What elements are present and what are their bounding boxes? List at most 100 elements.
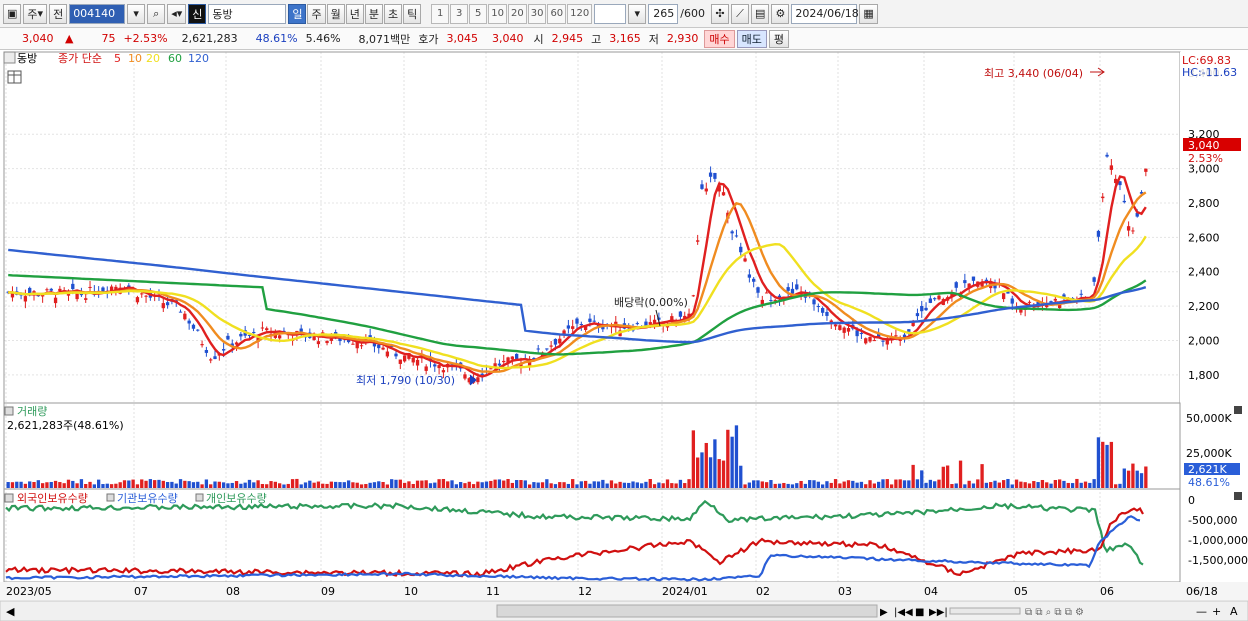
volume-bar [963, 484, 967, 488]
volume-bar [838, 483, 842, 488]
code-dropdown-icon[interactable]: ▾ [127, 3, 146, 24]
period-tab-5[interactable]: 초 [383, 3, 403, 24]
interval-button-60[interactable]: 60 [547, 3, 567, 24]
volume-bar [846, 480, 851, 488]
layout-icon[interactable]: ▣ [3, 3, 22, 24]
zoom-slider[interactable] [949, 607, 1021, 615]
individual-toggle-icon[interactable] [195, 493, 204, 502]
candle-body [752, 278, 756, 282]
draw-tool-icon[interactable]: ⟋ [730, 3, 749, 24]
candle-body [915, 313, 920, 317]
volume-bar [433, 482, 437, 488]
price-axis: LC:69.83 HC:-11.63 3,400 3,2003,0002,800… [1180, 52, 1246, 403]
period-tab-3[interactable]: 년 [345, 3, 364, 24]
candle-body [566, 325, 571, 329]
volume-panel-toggle-icon[interactable] [4, 406, 14, 416]
volume-bar [704, 442, 708, 488]
volume-bar [377, 481, 381, 488]
volume-bar [122, 480, 127, 488]
candle-body [437, 365, 441, 369]
volume-bar [777, 483, 782, 488]
interval-button-30[interactable]: 30 [527, 3, 547, 24]
crosshair-icon[interactable]: ✣ [710, 3, 729, 24]
candle-body [252, 331, 256, 333]
volume-bar [49, 481, 53, 488]
volume-bar [308, 480, 312, 488]
candle-body [575, 318, 579, 324]
holding-panel-toggle-icon[interactable] [4, 493, 14, 503]
interval-button-10[interactable]: 10 [488, 3, 507, 24]
volume-bar [562, 482, 566, 488]
calendar-icon[interactable]: ▦ [859, 3, 878, 24]
market-select[interactable]: 주 ▾ [23, 3, 48, 24]
volume-bar [1070, 483, 1075, 488]
buy-button[interactable]: 매수 [704, 29, 735, 48]
volume-bar [1045, 482, 1049, 488]
save-icon[interactable]: ▤ [750, 3, 770, 24]
holding-close-icon[interactable] [1234, 492, 1242, 500]
period-tab-6[interactable]: 틱 [403, 3, 422, 24]
interval-button-1[interactable]: 1 [431, 3, 450, 24]
volume-bar [1027, 483, 1032, 488]
period-tab-2[interactable]: 월 [326, 3, 345, 24]
candle-body [825, 311, 829, 316]
font-size-icon[interactable]: A [1230, 605, 1238, 618]
candle-body [476, 377, 480, 383]
interval-input[interactable] [594, 3, 627, 24]
volume-bar [196, 481, 200, 488]
institution-toggle-icon[interactable] [106, 493, 115, 502]
volume-bar [493, 479, 497, 488]
volume-bar [213, 481, 217, 488]
candle-body [49, 288, 53, 291]
volume-bar [144, 480, 148, 488]
volume-bar [269, 481, 273, 488]
volume-bar [708, 457, 713, 488]
volume-close-icon[interactable] [1234, 406, 1242, 414]
zoom-in-icon[interactable]: + [1212, 605, 1221, 618]
volume-bar [15, 481, 19, 488]
volume-bar [359, 484, 364, 488]
sell-button[interactable]: 매도 [736, 29, 767, 48]
volume-bar [596, 481, 601, 488]
period-tab-4[interactable]: 분 [364, 3, 383, 24]
volume-bar [299, 484, 303, 488]
prev-button[interactable]: 전 [49, 3, 68, 24]
scrollbar[interactable]: ◀ ▶ |◀◀ ■ ▶▶| ⧉ ⧉ ⌕ ⧉ ⧉ ⚙ — + A [0, 600, 1248, 621]
volume-bar [88, 481, 92, 488]
interval-button-5[interactable]: 5 [469, 3, 488, 24]
stop-icon[interactable]: ■ [915, 607, 924, 618]
candle-body [838, 325, 842, 330]
stock-code-input[interactable]: 004140 [69, 3, 126, 24]
sound-icon[interactable]: ◂▾ [167, 3, 187, 24]
period-tabs: 일주월년분초틱 [288, 3, 422, 24]
interval-dropdown-icon[interactable]: ▾ [628, 3, 647, 24]
scroll-left-icon[interactable]: ◀ [6, 605, 15, 618]
date-input[interactable]: 2024/06/18 [791, 3, 859, 24]
volume-bar [170, 481, 174, 488]
scroll-next-icon[interactable]: ▶ [880, 607, 888, 618]
scroll-last-icon[interactable]: ▶▶| [929, 607, 948, 618]
scrollbar-thumb[interactable] [496, 604, 878, 618]
search-icon[interactable]: ⌕ [147, 3, 166, 24]
tool-icons[interactable]: ⧉ ⧉ ⌕ ⧉ ⧉ ⚙ [1025, 607, 1084, 618]
volume-bar [402, 482, 407, 488]
stock-name-field[interactable]: 동방 [208, 3, 287, 24]
chart-area[interactable]: 동방 종가 단순 5 10 20 60 120 최고 3,440 (06/04) 최저 … [0, 50, 1248, 621]
settings-gear-icon[interactable]: ⚙ [771, 3, 790, 24]
interval-button-3[interactable]: 3 [450, 3, 469, 24]
period-tab-0[interactable]: 일 [288, 3, 307, 24]
interval-button-20[interactable]: 20 [507, 3, 527, 24]
scroll-first-icon[interactable]: |◀◀ [894, 607, 913, 618]
candle-body [816, 306, 820, 308]
candle-body [140, 293, 144, 295]
panel-toggle-icon[interactable] [3, 51, 16, 64]
volume-bar [812, 480, 816, 488]
zoom-out-icon[interactable]: — [1196, 605, 1207, 618]
volume-bar [696, 457, 700, 488]
interval-button-120[interactable]: 120 [567, 3, 593, 24]
avg-button[interactable]: 평 [768, 29, 790, 48]
volume-bar [752, 480, 756, 488]
period-tab-1[interactable]: 주 [307, 3, 326, 24]
count-input[interactable]: 265 [648, 3, 679, 24]
high-label: 고 [591, 32, 602, 46]
